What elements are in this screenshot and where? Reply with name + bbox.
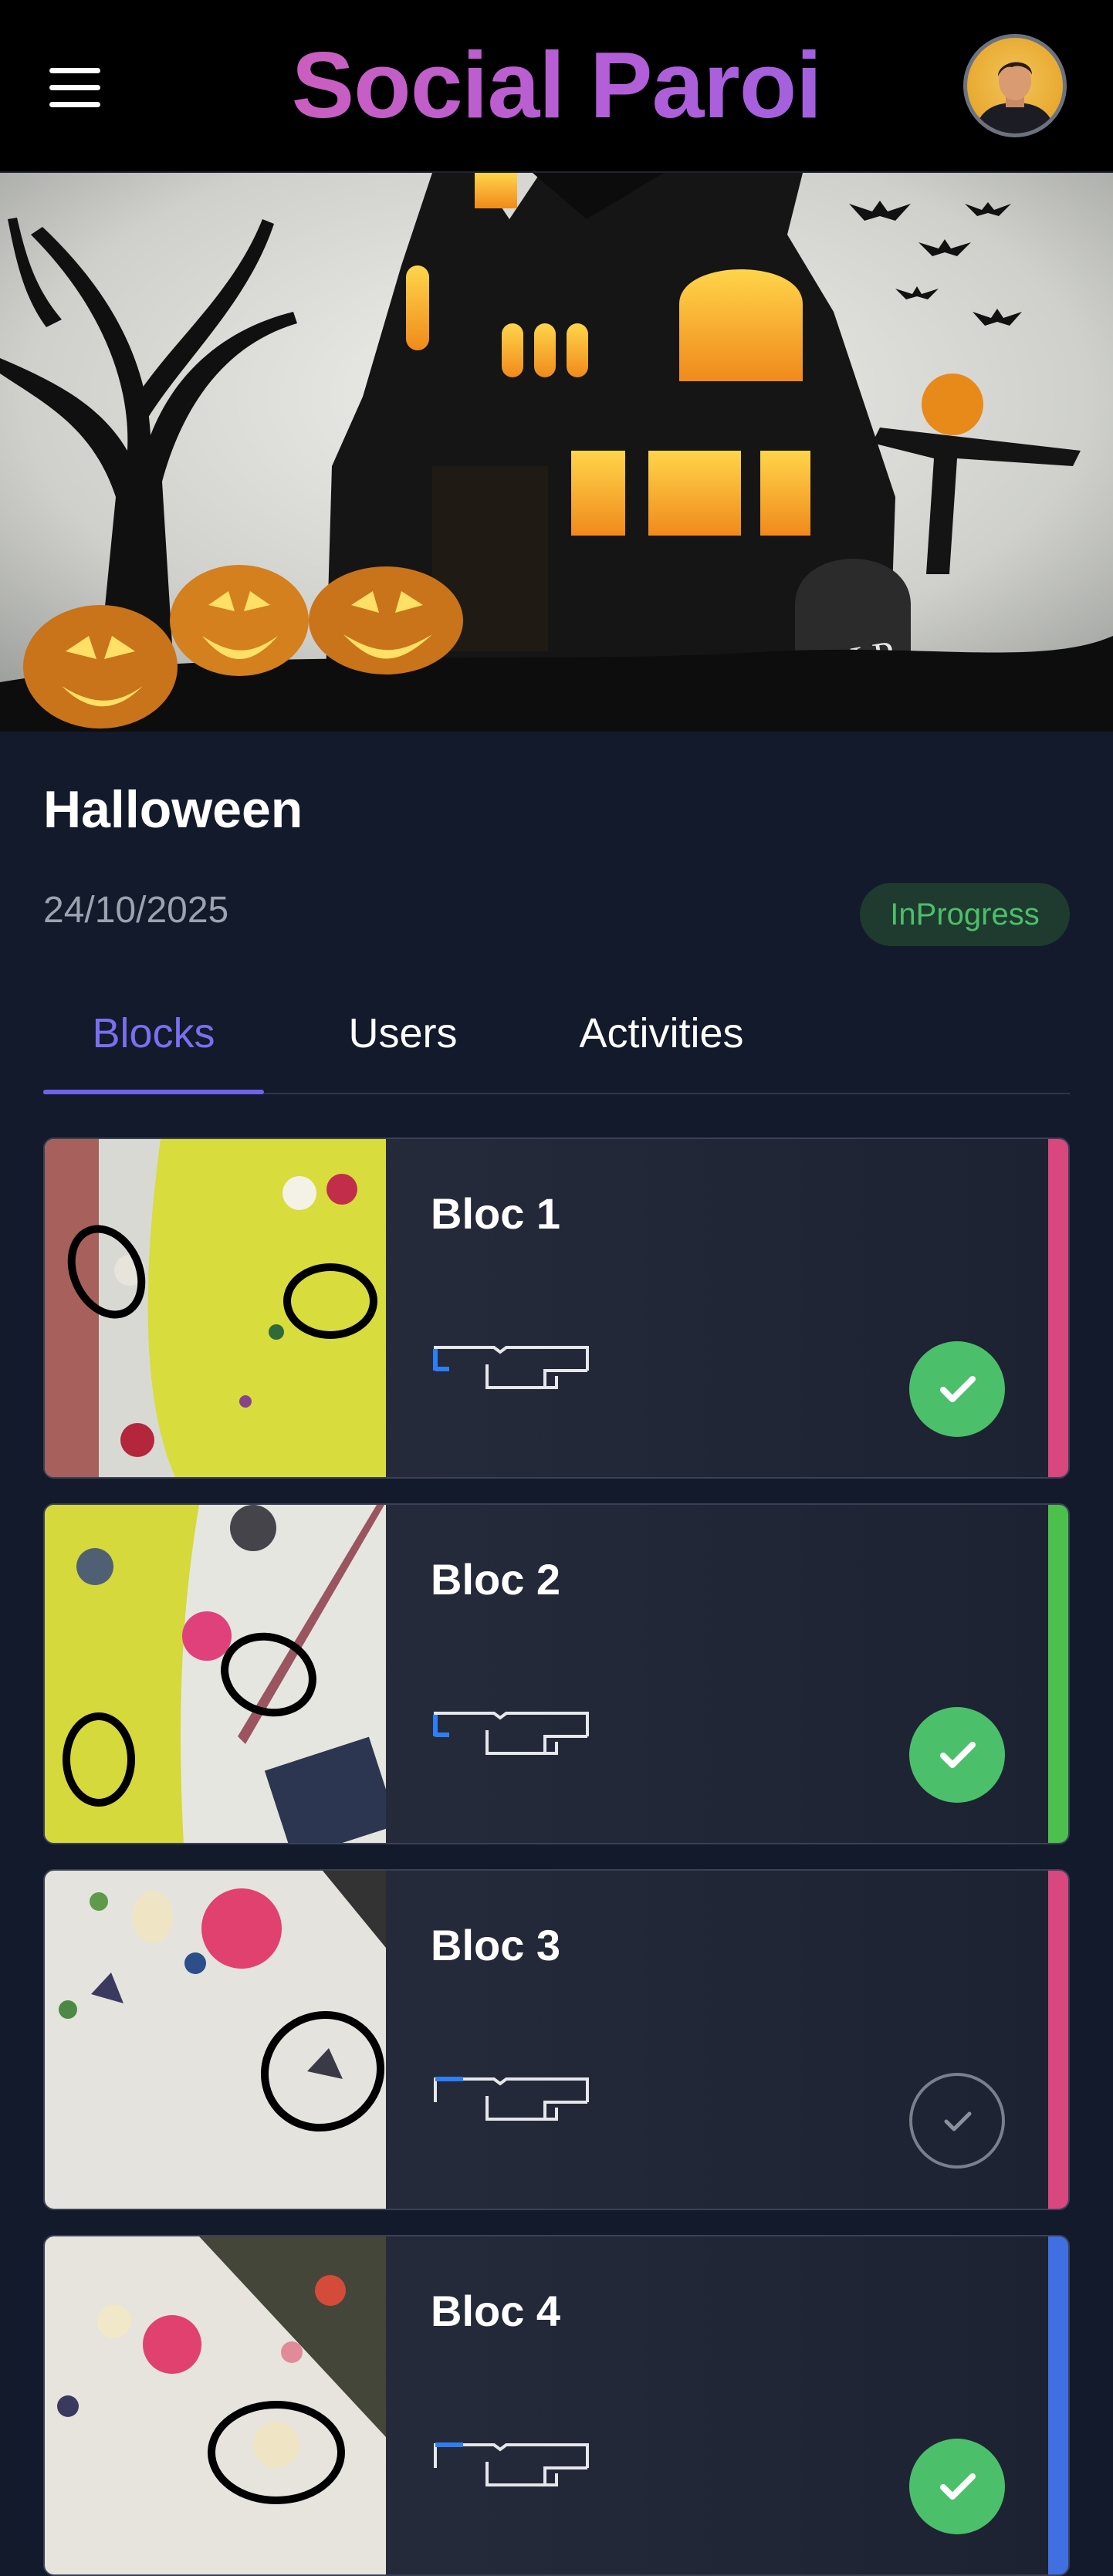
check-icon [940,1742,976,1768]
tab-blocks[interactable]: Blocks [43,996,264,1094]
block-name: Bloc 4 [431,2287,561,2335]
completed-check[interactable] [909,1341,1005,1437]
tab-blocks-label: Blocks [92,1010,215,1056]
event-date: 24/10/2025 [43,890,229,931]
color-stripe [1048,1505,1068,1843]
check-icon [944,2111,972,2131]
block-photo [45,1871,386,2209]
app-bar: Social Paroi [0,0,1113,173]
grade-scale-icon [433,1346,589,1389]
status-badge: InProgress [860,883,1070,946]
grade-scale-icon [434,2077,589,2121]
grade-scale-icon [433,1712,589,1755]
event-title: Halloween [43,780,303,839]
block-card-1[interactable]: Bloc 1 [43,1138,1070,1479]
avatar[interactable] [963,34,1067,137]
block-name: Bloc 2 [431,1555,561,1604]
completed-check[interactable] [909,2073,1005,2169]
event-tabs: Blocks Users Activities [43,996,1070,1094]
tab-users-label: Users [348,1010,458,1056]
check-icon [940,2473,976,2500]
tab-users[interactable]: Users [310,996,496,1091]
tab-activities-label: Activities [579,1010,744,1056]
color-stripe [1048,2236,1068,2574]
block-card-4[interactable]: Bloc 4 [43,2235,1070,2576]
block-card-2[interactable]: Bloc 2 [43,1503,1070,1844]
block-card-3[interactable]: Bloc 3 [43,1869,1070,2210]
block-photo [45,1139,386,1477]
color-stripe [1048,1871,1068,2209]
color-stripe [1048,1139,1068,1477]
grade-scale-icon [434,2442,589,2486]
app-title: Social Paroi [0,31,1113,139]
block-name: Bloc 3 [431,1921,561,1969]
event-banner-image: R.I.P [0,173,1113,732]
block-photo [45,2236,386,2574]
block-photo [45,1505,386,1843]
check-icon [940,1376,976,1402]
completed-check[interactable] [909,1707,1005,1803]
tab-activities[interactable]: Activities [542,996,781,1091]
block-name: Bloc 1 [431,1189,561,1238]
completed-check[interactable] [909,2439,1005,2534]
